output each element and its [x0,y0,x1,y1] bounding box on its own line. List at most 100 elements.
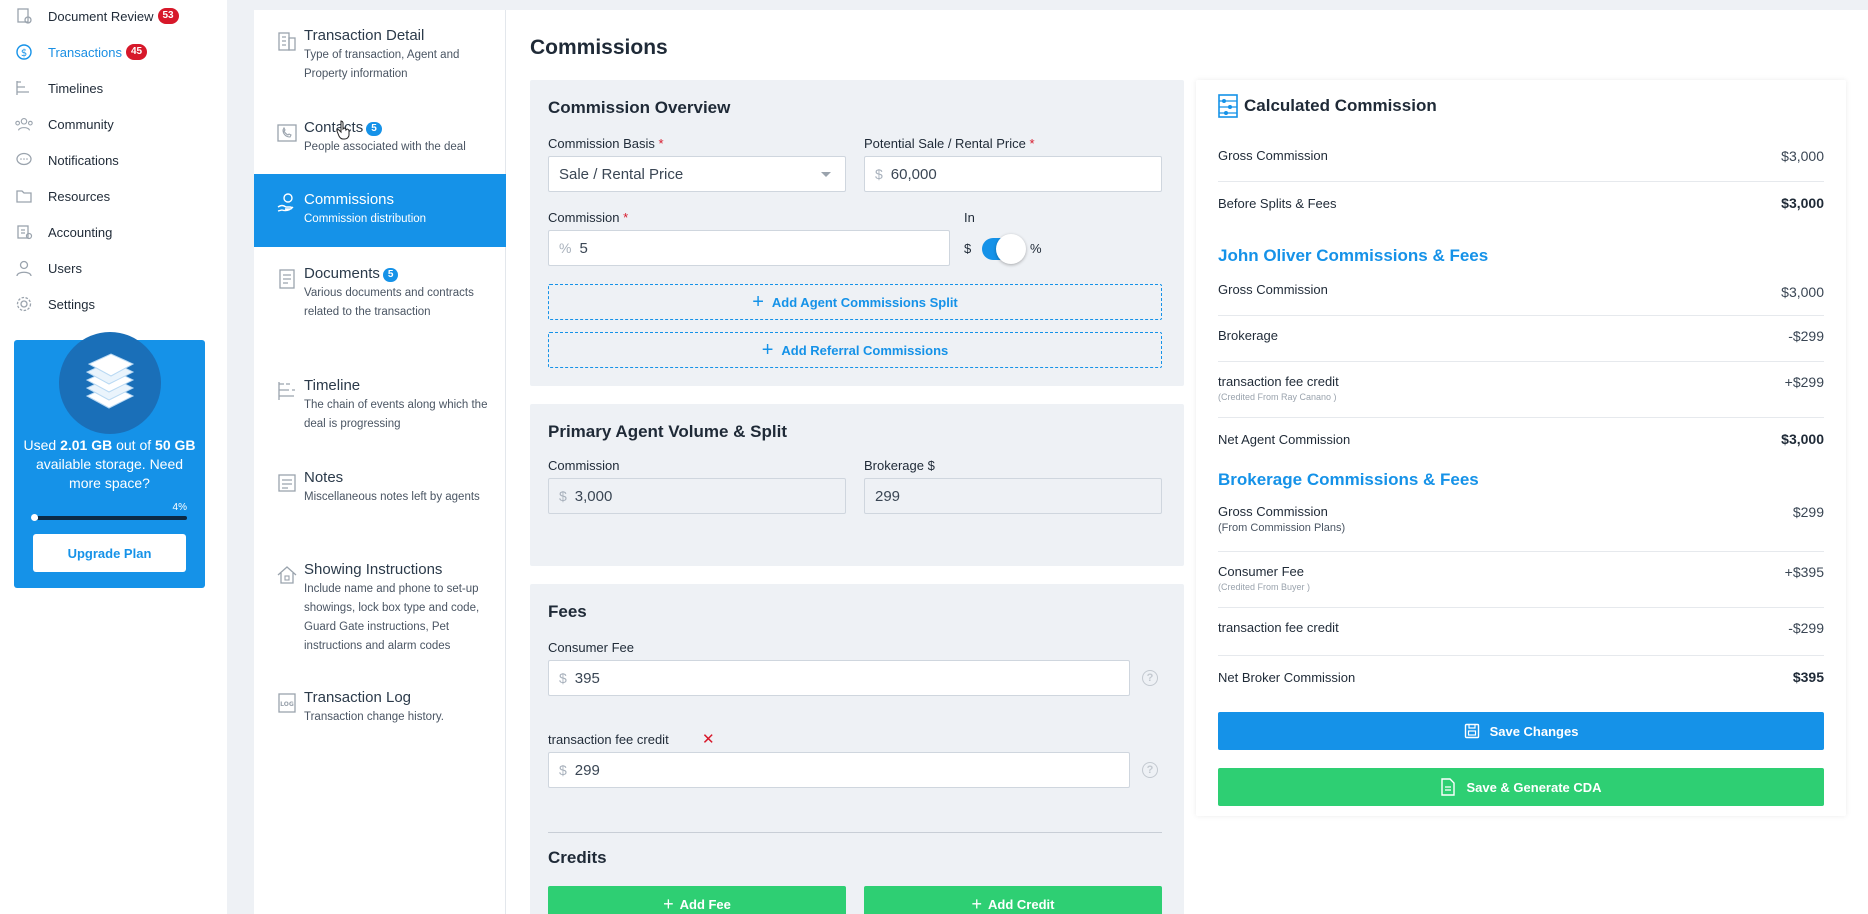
document-icon [276,268,300,292]
dollar-percent-toggle[interactable] [982,234,1026,264]
sidebar-item-users[interactable]: Users [0,250,227,286]
label-text: Commission Basis [548,136,655,151]
storage-progress-bar [31,514,187,521]
section-showing-instructions[interactable]: Showing Instructions Include name and ph… [254,560,506,656]
select-value: Sale / Rental Price [559,165,684,183]
field-value: 299 [875,487,901,505]
storage-total: 50 GB [155,437,196,453]
help-icon[interactable]: ? [1142,762,1158,778]
section-desc: People associated with the deal [304,141,466,153]
row-sublabel: (Credited From Buyer ) [1218,582,1311,592]
storage-card: Used 2.01 GB out of 50 GB available stor… [14,332,205,588]
row-label: Gross Commission [1218,282,1328,297]
section-transaction-detail[interactable]: Transaction Detail Type of transaction, … [254,26,506,86]
panel-heading: Commission Overview [548,98,731,117]
chevron-down-icon [821,172,831,177]
button-label: Save Changes [1489,723,1579,739]
in-label: In [964,210,975,225]
calc-row: Net Agent Commission $3,000 [1218,418,1824,464]
consumer-fee-input[interactable]: $ [548,660,1130,696]
sidebar-item-label: Transactions [48,44,122,60]
sidebar-item-label: Community [48,116,114,132]
section-title: Documents 5 [304,264,494,284]
button-label: Add Fee [679,896,731,912]
currency-prefix: $ [559,670,567,686]
count-badge: 5 [366,122,382,136]
accounting-icon [14,222,34,242]
sidebar-item-transactions[interactable]: $ Transactions 45 [0,34,227,70]
brokerage-commissions-heading: Brokerage Commissions & Fees [1218,470,1479,489]
commission-field[interactable] [579,239,892,257]
primary-agent-panel: Primary Agent Volume & Split Commission … [530,404,1184,566]
timelines-icon [14,78,34,98]
plus-icon: + [663,894,674,914]
label-text: Potential Sale / Rental Price [864,136,1026,151]
sidebar-item-label: Accounting [48,224,113,240]
percent-prefix: % [559,240,572,256]
row-value: $3,000 [1781,431,1824,447]
storage-text-pre: Used [23,437,61,453]
primary-commission-field: $ 3,000 [548,478,846,514]
section-notes[interactable]: Notes Miscellaneous notes left by agents [254,468,506,528]
timeline-icon [276,380,300,404]
notes-icon [276,472,300,496]
sidebar-item-document-review[interactable]: Document Review 53 [0,0,227,34]
consumer-fee-label: Consumer Fee [548,640,634,655]
button-label: Add Agent Commissions Split [771,294,958,310]
phone-book-icon [276,122,300,146]
sidebar-item-timelines[interactable]: Timelines [0,70,227,106]
add-fee-button[interactable]: + Add Fee [548,886,846,914]
count-badge: 53 [157,8,179,24]
save-changes-button[interactable]: Save Changes [1218,712,1824,750]
row-value: -$299 [1788,328,1824,344]
agent-commissions-heading: John Oliver Commissions & Fees [1218,246,1489,265]
consumer-fee-field[interactable] [574,669,1031,687]
transaction-fee-credit-field[interactable] [574,761,1031,779]
remove-x-icon[interactable]: ✕ [702,730,715,748]
sidebar-nav: Document Review 53 $ Transactions 45 Tim… [0,0,227,322]
mouse-cursor-icon [336,120,352,145]
commission-input[interactable]: % [548,230,950,266]
brokerage-field: 299 [864,478,1162,514]
add-referral-button[interactable]: + Add Referral Commissions [548,332,1162,368]
commission-basis-select[interactable]: Sale / Rental Price [548,156,846,192]
potential-price-input[interactable]: $ [864,156,1162,192]
transaction-fee-credit-input[interactable]: $ [548,752,1130,788]
toggle-percent-label: % [1030,241,1042,256]
sidebar-item-resources[interactable]: Resources [0,178,227,214]
row-value: $3,000 [1781,148,1824,164]
row-sublabel: (From Commission Plans) [1218,522,1346,534]
transactions-icon: $ [14,42,34,62]
button-label: Add Referral Commissions [781,342,949,358]
calc-title-text: Calculated Commission [1244,96,1437,115]
add-agent-split-button[interactable]: + Add Agent Commissions Split [548,284,1162,320]
commission-label: Commission * [548,210,628,225]
count-badge: 45 [125,44,148,60]
upgrade-plan-button[interactable]: Upgrade Plan [33,534,186,572]
sidebar-item-notifications[interactable]: Notifications [0,142,227,178]
row-value: $395 [1792,669,1824,685]
potential-price-field[interactable] [890,165,1120,183]
row-value: +$395 [1784,564,1824,580]
sidebar-item-accounting[interactable]: Accounting [0,214,227,250]
section-commissions[interactable]: Commissions Commission distribution [254,174,506,247]
required-mark: * [1029,136,1035,151]
section-documents[interactable]: Documents 5 Various documents and contrac… [254,264,506,344]
sidebar-item-community[interactable]: Community [0,106,227,142]
section-title: Transaction Detail [304,27,425,44]
section-contacts[interactable]: Contacts 5 People associated with the dea… [254,118,506,162]
calc-row: Consumer Fee (Credited From Buyer ) +$39… [1218,552,1824,608]
add-credit-button[interactable]: + Add Credit [864,886,1162,914]
currency-prefix: $ [875,166,883,182]
help-icon[interactable]: ? [1142,670,1158,686]
field-value: 3,000 [574,487,613,505]
document-export-icon [1440,778,1456,796]
section-transaction-log[interactable]: LOG Transaction Log Transaction change h… [254,688,506,728]
svg-text:$: $ [21,48,27,59]
sidebar-item-settings[interactable]: Settings [0,286,227,322]
save-generate-cda-button[interactable]: Save & Generate CDA [1218,768,1824,806]
section-title: Transaction Log [304,689,412,706]
transaction-fee-credit-label: transaction fee credit [548,732,669,747]
section-timeline[interactable]: Timeline The chain of events along which… [254,376,506,436]
fees-panel: Fees Consumer Fee $ ? transaction fee cr… [530,584,1184,914]
